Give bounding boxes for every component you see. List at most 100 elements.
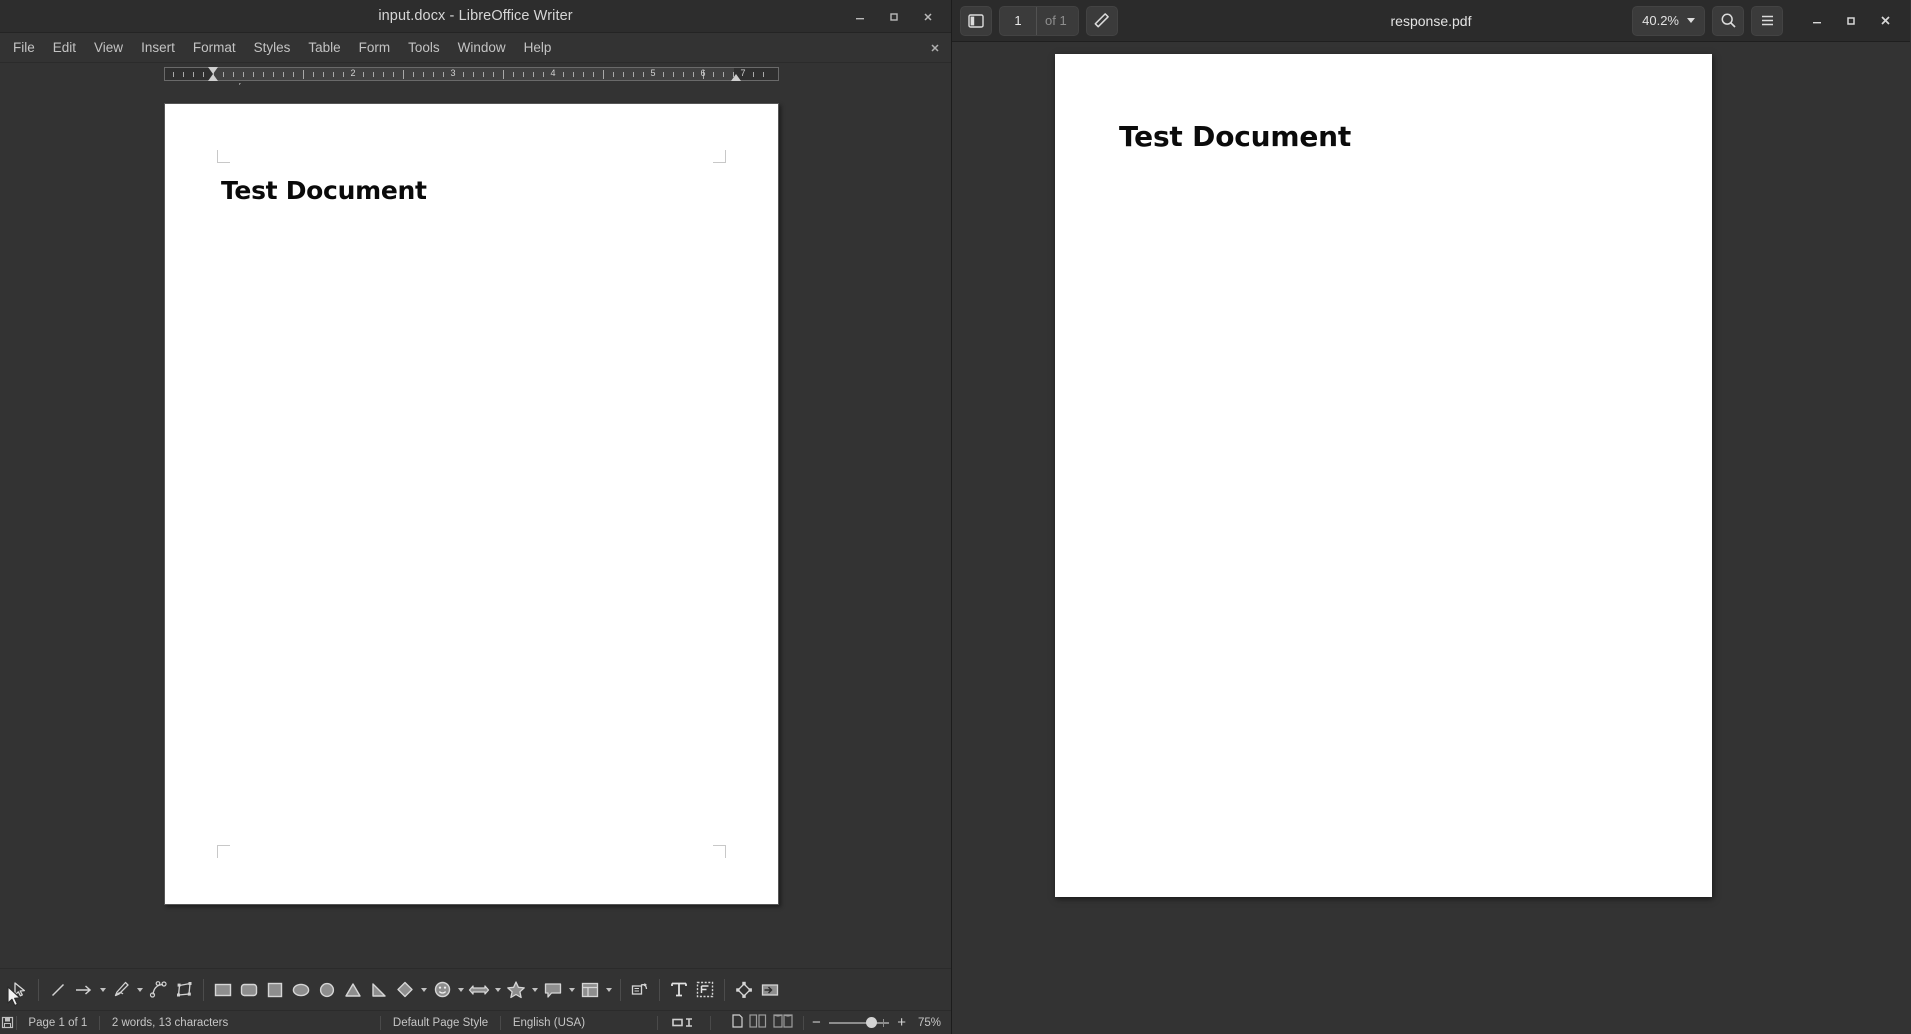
writer-menu-bar: File Edit View Insert Format Styles Tabl… — [0, 33, 951, 63]
pdf-close-button[interactable] — [1868, 6, 1902, 36]
selection-mode-icon[interactable] — [658, 1011, 710, 1034]
toolbar-separator — [620, 978, 621, 1001]
book-view-icon[interactable] — [773, 1014, 793, 1031]
basic-shapes-tool-button[interactable] — [392, 975, 418, 1005]
circle-tool-button[interactable] — [314, 975, 340, 1005]
menu-window[interactable]: Window — [449, 36, 515, 59]
stars-banners-dropdown-icon[interactable] — [529, 975, 540, 1005]
basic-shapes-dropdown-icon[interactable] — [418, 975, 429, 1005]
writer-close-button[interactable] — [911, 3, 945, 31]
pdf-window-controls — [1800, 6, 1902, 36]
page-style-status[interactable]: Default Page Style — [381, 1011, 500, 1034]
menu-insert[interactable]: Insert — [132, 36, 184, 59]
writer-ruler-area: 2 3 4 5 6 7 — [0, 63, 951, 92]
view-layout-icons — [710, 1011, 803, 1034]
stars-banners-tool-button[interactable] — [503, 975, 529, 1005]
writer-window-title: input.docx - LibreOffice Writer — [378, 8, 573, 24]
text-boundary-corner-bottom-right — [713, 845, 726, 858]
rounded-rectangle-tool-button[interactable] — [236, 975, 262, 1005]
insert-from-file-tool-button[interactable] — [757, 975, 783, 1005]
pdf-minimize-button[interactable] — [1800, 6, 1834, 36]
zoom-level-value: 40.2% — [1642, 13, 1679, 28]
page-number-input[interactable] — [1000, 13, 1036, 28]
rotate-rectangle-tool-button[interactable] — [171, 975, 197, 1005]
freeform-line-tool-button[interactable] — [108, 975, 134, 1005]
block-arrows-dropdown-icon[interactable] — [492, 975, 503, 1005]
right-indent-marker[interactable] — [731, 74, 741, 81]
arrow-line-dropdown-icon[interactable] — [97, 975, 108, 1005]
pdf-document-canvas[interactable]: Test Document — [952, 42, 1910, 1034]
search-button[interactable] — [1712, 5, 1744, 36]
close-document-button[interactable] — [929, 42, 941, 54]
menu-help[interactable]: Help — [515, 36, 561, 59]
annotate-button[interactable] — [1085, 5, 1118, 36]
symbol-shapes-tool-button[interactable] — [429, 975, 455, 1005]
first-line-indent-marker[interactable] — [208, 67, 218, 74]
symbol-shapes-dropdown-icon[interactable] — [455, 975, 466, 1005]
toolbar-separator — [38, 978, 39, 1001]
zoom-level-status[interactable]: 75% — [914, 1011, 951, 1034]
zoom-in-button[interactable]: + — [889, 1011, 914, 1034]
flowchart-tool-button[interactable] — [577, 975, 603, 1005]
horizontal-ruler[interactable]: 2 3 4 5 6 7 — [164, 67, 779, 81]
rectangle-tool-button[interactable] — [210, 975, 236, 1005]
text-boundary-corner-bottom-left — [217, 845, 230, 858]
page-count-status[interactable]: Page 1 of 1 — [16, 1011, 99, 1034]
freeform-line-dropdown-icon[interactable] — [134, 975, 145, 1005]
square-tool-button[interactable] — [262, 975, 288, 1005]
ruler-number-7: 7 — [740, 67, 746, 78]
triangle-tool-button[interactable] — [340, 975, 366, 1005]
callouts-tool-button[interactable] — [540, 975, 566, 1005]
zoom-level-dropdown[interactable]: 40.2% — [1632, 5, 1705, 36]
writer-maximize-button[interactable] — [877, 3, 911, 31]
line-tool-button[interactable] — [45, 975, 71, 1005]
save-status-icon[interactable] — [0, 1011, 16, 1034]
pdf-toolbar-right: 40.2% — [1632, 5, 1902, 36]
menu-styles[interactable]: Styles — [245, 36, 300, 59]
desktop-root: input.docx - LibreOffice Writer File Edi… — [0, 0, 1911, 1034]
zoom-slider[interactable] — [828, 1016, 890, 1030]
menu-form[interactable]: Form — [350, 36, 400, 59]
document-heading[interactable]: Test Document — [221, 176, 427, 205]
page-navigation-box[interactable]: of 1 — [999, 5, 1079, 36]
language-status[interactable]: English (USA) — [501, 1011, 597, 1034]
writer-page-1[interactable]: Test Document — [164, 103, 779, 905]
ruler-number-4: 4 — [550, 67, 556, 78]
menu-file[interactable]: File — [4, 36, 44, 59]
toolbar-separator — [724, 978, 725, 1001]
main-menu-button[interactable] — [1751, 5, 1783, 36]
libreoffice-writer-window: input.docx - LibreOffice Writer File Edi… — [0, 0, 952, 1034]
sidebar-toggle-button[interactable] — [960, 5, 992, 36]
rotate-object-tool-button[interactable] — [627, 975, 653, 1005]
writer-minimize-button[interactable] — [843, 3, 877, 31]
pdf-toolbar: response.pdf of 1 40.2% — [952, 0, 1910, 42]
pdf-document-heading: Test Document — [1119, 120, 1352, 153]
insert-text-box-tool-button[interactable] — [666, 975, 692, 1005]
menu-tools[interactable]: Tools — [399, 36, 449, 59]
multi-page-view-icon[interactable] — [749, 1014, 767, 1031]
arrow-line-tool-button[interactable] — [71, 975, 97, 1005]
writer-document-canvas[interactable]: Test Document — [0, 85, 951, 968]
pdf-page-1[interactable]: Test Document — [1055, 54, 1712, 897]
right-triangle-tool-button[interactable] — [366, 975, 392, 1005]
single-page-view-icon[interactable] — [732, 1014, 743, 1031]
select-tool-button[interactable] — [6, 975, 32, 1005]
left-indent-marker[interactable] — [208, 74, 218, 81]
pdf-maximize-button[interactable] — [1834, 6, 1868, 36]
menu-format[interactable]: Format — [184, 36, 245, 59]
menu-view[interactable]: View — [85, 36, 132, 59]
curve-polygon-tool-button[interactable] — [145, 975, 171, 1005]
menu-edit[interactable]: Edit — [44, 36, 85, 59]
text-frame-tool-button[interactable] — [692, 975, 718, 1005]
ellipse-tool-button[interactable] — [288, 975, 314, 1005]
menu-table[interactable]: Table — [299, 36, 349, 59]
edit-points-tool-button[interactable] — [731, 975, 757, 1005]
zoom-slider-handle[interactable] — [865, 1016, 877, 1028]
flowchart-dropdown-icon[interactable] — [603, 975, 614, 1005]
text-boundary-corner-top-left — [217, 150, 230, 163]
page-total-label: of 1 — [1036, 6, 1078, 35]
callouts-dropdown-icon[interactable] — [566, 975, 577, 1005]
word-count-status[interactable]: 2 words, 13 characters — [100, 1011, 240, 1034]
block-arrows-tool-button[interactable] — [466, 975, 492, 1005]
zoom-out-button[interactable]: − — [804, 1011, 829, 1034]
